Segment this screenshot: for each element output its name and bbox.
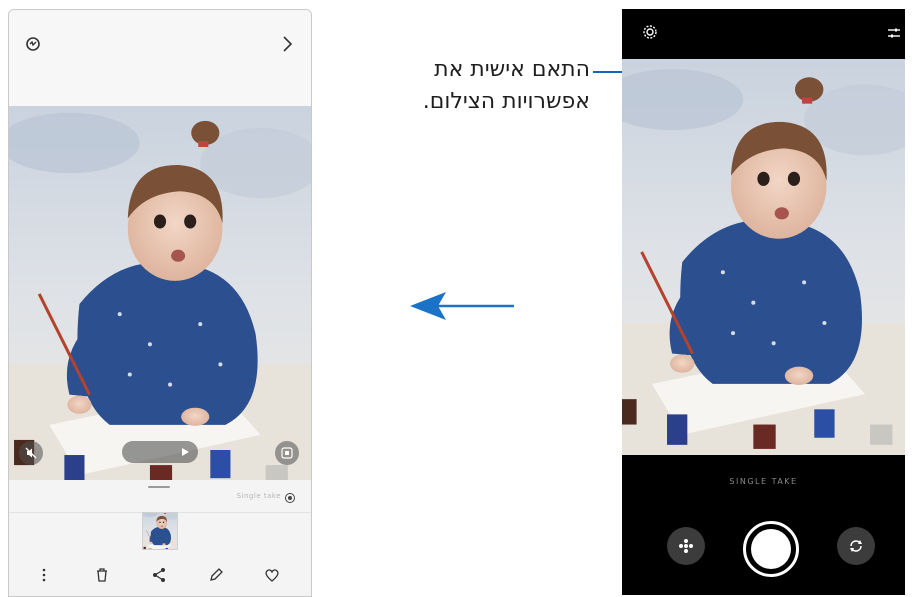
camera-screen: SINGLE TAKE — [622, 9, 905, 595]
sheet-drag-handle[interactable] — [148, 486, 170, 488]
radio-icon[interactable] — [285, 493, 295, 503]
adjust-sliders-icon[interactable] — [887, 26, 901, 40]
photo-thumbnail[interactable] — [142, 512, 178, 550]
camera-mode-label[interactable]: SINGLE TAKE — [622, 477, 905, 486]
gallery-screen: Single take — [8, 9, 312, 597]
play-button[interactable] — [122, 441, 198, 463]
gallery-photo[interactable] — [9, 106, 311, 492]
camera-top-bar — [622, 9, 905, 59]
remaster-icon[interactable] — [23, 34, 43, 54]
callout-text: התאם אישית את אפשרויות הצילום. — [330, 54, 590, 118]
shutter-button[interactable] — [743, 521, 799, 577]
gallery-top-bar — [9, 10, 311, 106]
capture-frame-icon[interactable] — [275, 441, 299, 465]
single-take-sheet: Single take — [9, 480, 311, 596]
shutter-inner — [751, 529, 791, 569]
switch-camera-icon[interactable] — [837, 527, 875, 565]
gallery-action-bar — [9, 560, 311, 590]
mute-icon[interactable] — [19, 441, 43, 465]
play-icon — [182, 448, 189, 456]
trash-icon[interactable] — [93, 566, 111, 584]
settings-gear-icon[interactable] — [642, 24, 658, 40]
sheet-label: Single take — [236, 492, 281, 500]
effects-icon[interactable] — [667, 527, 705, 565]
camera-viewfinder[interactable] — [622, 59, 905, 455]
heart-icon[interactable] — [263, 566, 281, 584]
left-arrow-icon — [410, 292, 514, 320]
more-options-icon[interactable] — [35, 566, 53, 584]
chevron-right-icon[interactable] — [277, 34, 297, 54]
share-icon[interactable] — [150, 566, 168, 584]
callout-line-1: התאם אישית את — [434, 57, 590, 82]
callout-line-2: אפשרויות הצילום. — [422, 89, 590, 114]
edit-icon[interactable] — [207, 566, 225, 584]
